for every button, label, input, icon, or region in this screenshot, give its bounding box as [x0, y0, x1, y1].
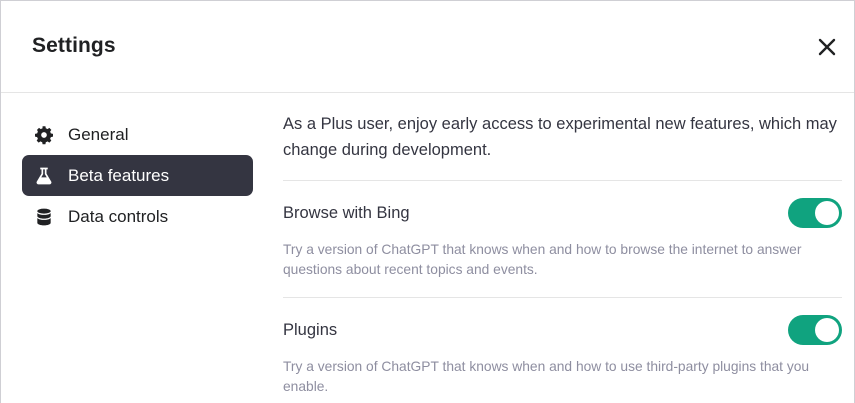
- feature-plugins: Plugins Try a version of ChatGPT that kn…: [283, 297, 842, 397]
- sidebar-item-label: Beta features: [68, 165, 170, 185]
- database-icon: [34, 207, 54, 227]
- feature-description: Try a version of ChatGPT that knows when…: [283, 242, 802, 277]
- sidebar-item-beta-features[interactable]: Beta features: [22, 155, 253, 196]
- feature-description: Try a version of ChatGPT that knows when…: [283, 359, 810, 394]
- dialog-title: Settings: [32, 34, 116, 57]
- toggle-knob: [815, 201, 839, 225]
- intro-text: As a Plus user, enjoy early access to ex…: [283, 111, 842, 181]
- feature-browse-with-bing: Browse with Bing Try a version of ChatGP…: [283, 181, 842, 280]
- sidebar-item-label: General: [68, 124, 129, 144]
- close-button[interactable]: [813, 33, 841, 61]
- browse-with-bing-toggle[interactable]: [788, 198, 842, 228]
- close-icon: [818, 38, 836, 56]
- feature-title: Plugins: [283, 321, 338, 339]
- sidebar-item-general[interactable]: General: [22, 114, 253, 155]
- flask-icon: [34, 166, 54, 186]
- sidebar-item-label: Data controls: [68, 206, 169, 226]
- dialog-header: Settings: [1, 1, 854, 93]
- plugins-toggle[interactable]: [788, 315, 842, 345]
- beta-features-panel: As a Plus user, enjoy early access to ex…: [283, 111, 842, 397]
- toggle-knob: [815, 318, 839, 342]
- settings-dialog: Settings General Beta features Data cont…: [0, 0, 855, 403]
- settings-sidebar: General Beta features Data controls: [22, 114, 253, 237]
- gear-icon: [34, 125, 54, 145]
- sidebar-item-data-controls[interactable]: Data controls: [22, 196, 253, 237]
- feature-title: Browse with Bing: [283, 204, 410, 222]
